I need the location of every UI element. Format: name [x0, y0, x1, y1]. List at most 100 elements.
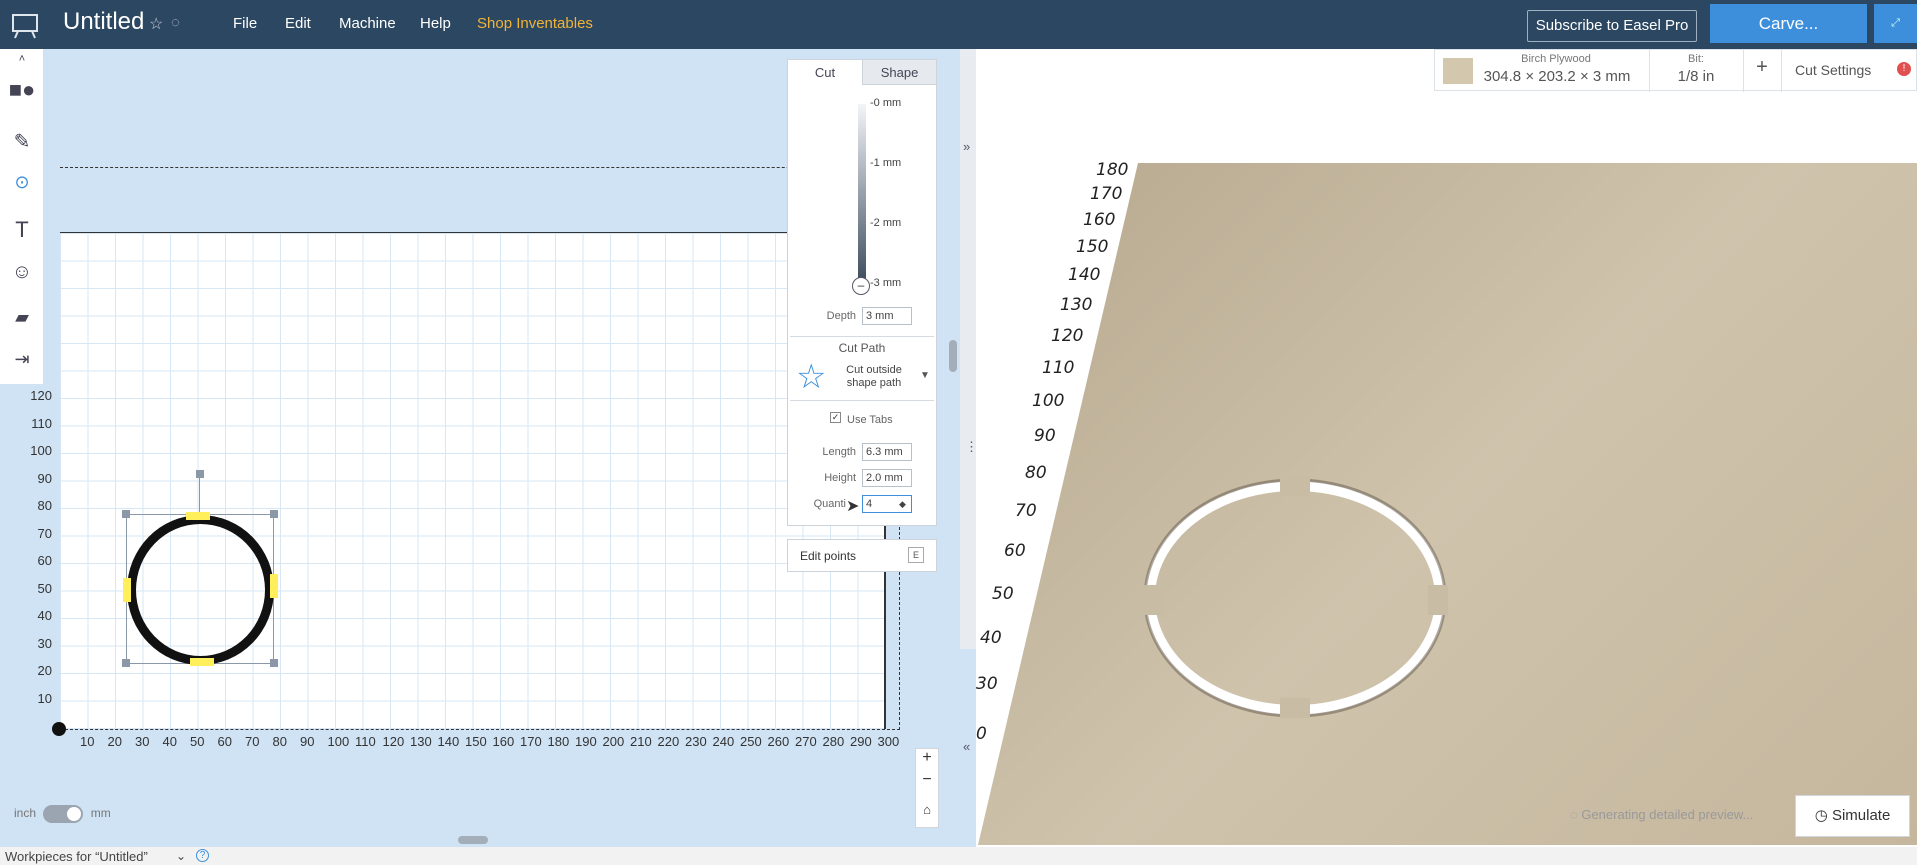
add-bit-icon[interactable]: + — [1745, 56, 1779, 79]
x-tick: 120 — [382, 734, 405, 749]
x-tick: 170 — [520, 734, 542, 749]
menu-edit[interactable]: Edit — [285, 15, 311, 32]
home-icon[interactable]: ⌂ — [916, 802, 938, 817]
quantity-label: Quanti — [813, 498, 846, 510]
target-icon[interactable]: ⊙ — [0, 172, 44, 193]
bit-value[interactable]: 1/8 in — [1651, 68, 1741, 85]
cut-settings-button[interactable]: Cut Settings — [1795, 62, 1871, 78]
height-input[interactable]: 2.0 mm — [862, 469, 912, 487]
menu-machine[interactable]: Machine — [339, 15, 396, 32]
resize-handle[interactable] — [122, 659, 130, 667]
pen-icon[interactable]: ✎ — [0, 129, 44, 154]
expand-icon[interactable]: ⤢ — [1874, 4, 1917, 43]
x-tick: 100 — [327, 734, 350, 749]
divider — [1743, 50, 1744, 92]
import-icon[interactable]: ⇥ — [0, 349, 44, 370]
horizontal-scrollbar[interactable] — [458, 836, 488, 844]
mouse-cursor-icon: ➤ — [846, 498, 860, 515]
depth-label: Depth — [826, 310, 856, 322]
depth-slider-knob[interactable]: – — [852, 277, 870, 295]
rotate-handle[interactable] — [196, 470, 204, 478]
chevron-down-icon[interactable]: ⌄ — [176, 849, 186, 863]
star-shape-icon: ☆ — [796, 358, 827, 396]
circle-shape[interactable] — [127, 515, 274, 665]
spinner-icon: ◌ — [1570, 807, 1582, 822]
divider — [1649, 50, 1650, 92]
zoom-out-icon[interactable]: − — [916, 771, 938, 789]
subscribe-button[interactable]: Subscribe to Easel Pro — [1527, 10, 1697, 42]
material-info-bar: Birch Plywood 304.8 × 203.2 × 3 mm Bit: … — [1434, 49, 1917, 92]
x-tick: 210 — [630, 734, 652, 749]
x-tick: 40 — [162, 734, 177, 749]
unit-inch-label: inch — [14, 806, 37, 821]
use-tabs-checkbox[interactable]: ✓ — [830, 412, 841, 423]
chevron-right-icon[interactable]: » — [963, 139, 970, 154]
x-tick: 50 — [190, 734, 205, 749]
stepper-icon[interactable]: ◆ — [899, 499, 906, 510]
material-dimensions[interactable]: 304.8 × 203.2 × 3 mm — [1477, 68, 1637, 85]
depth-input[interactable]: 3 mm — [862, 307, 912, 325]
preview-y-tick: 160 — [1083, 210, 1116, 230]
preview-y-tick: 80 — [1025, 463, 1047, 483]
resize-handle[interactable] — [270, 510, 278, 518]
tab-cut[interactable]: Cut — [788, 60, 862, 85]
x-tick: 190 — [575, 734, 597, 749]
simulate-button[interactable]: ◷ Simulate — [1795, 795, 1910, 837]
shapes-icon[interactable]: ■● — [0, 77, 44, 103]
x-tick: 60 — [217, 734, 232, 749]
depth-slider[interactable] — [858, 104, 866, 285]
length-label: Length — [822, 446, 856, 458]
preview-y-tick: 60 — [1004, 541, 1026, 561]
y-tick: 40 — [37, 608, 52, 623]
easel-logo-icon[interactable] — [10, 10, 40, 40]
menu-help[interactable]: Help — [420, 15, 451, 32]
use-tabs-label: Use Tabs — [847, 414, 893, 426]
material-swatch[interactable] — [1443, 58, 1473, 84]
unit-toggle[interactable]: inch mm — [14, 805, 111, 823]
x-tick: 200 — [602, 734, 625, 749]
unit-switch[interactable] — [43, 805, 84, 823]
help-icon[interactable]: ? — [196, 849, 209, 862]
x-tick: 180 — [547, 734, 570, 749]
resize-handle[interactable] — [122, 510, 130, 518]
y-tick: 10 — [37, 691, 52, 706]
y-tick: 90 — [37, 471, 52, 486]
generating-preview-status: ◌ Generating detailed preview... — [1570, 807, 1754, 822]
edit-points-button[interactable]: Edit points E — [787, 539, 937, 572]
tab-shape[interactable]: Shape — [862, 60, 936, 85]
material-name[interactable]: Birch Plywood — [1481, 53, 1631, 65]
x-tick: 270 — [795, 734, 817, 749]
apps-icon[interactable]: ▰ — [0, 307, 44, 328]
left-toolbar: ˄ ■● ✎ ⊙ T ☺ ▰ ⇥ — [0, 49, 44, 384]
divider — [790, 336, 934, 337]
panel-splitter[interactable]: » ⋮ « — [960, 49, 978, 754]
icons-icon[interactable]: ☺ — [0, 261, 44, 284]
chevron-left-icon[interactable]: « — [963, 739, 970, 754]
project-title[interactable]: Untitled — [63, 8, 144, 36]
menu-shop-inventables[interactable]: Shop Inventables — [477, 15, 593, 32]
star-icon[interactable]: ☆ — [149, 14, 163, 34]
length-input[interactable]: 6.3 mm — [862, 443, 912, 461]
x-tick: 160 — [492, 734, 515, 749]
resize-handle[interactable] — [270, 659, 278, 667]
carve-button[interactable]: Carve... — [1710, 4, 1867, 43]
chevron-down-icon[interactable]: ▼ — [920, 370, 930, 381]
tab-marker — [186, 512, 210, 520]
x-tick: 130 — [410, 734, 432, 749]
preview-y-tick: 180 — [1096, 160, 1129, 180]
height-label: Height — [824, 472, 856, 484]
preview-y-tick: 110 — [1042, 358, 1075, 378]
y-tick: 30 — [37, 636, 52, 651]
zoom-in-icon[interactable]: + — [916, 749, 938, 767]
preview-y-tick: 90 — [1034, 426, 1056, 446]
text-icon[interactable]: T — [0, 217, 44, 243]
cut-path-select[interactable]: Cut outside shape path — [844, 364, 904, 390]
x-tick: 20 — [107, 734, 122, 749]
workpieces-label[interactable]: Workpieces for “Untitled” — [5, 849, 148, 864]
vertical-scrollbar[interactable] — [949, 340, 957, 372]
menu-file[interactable]: File — [233, 15, 257, 32]
x-tick: 30 — [135, 734, 150, 749]
preview-y-tick: 40 — [980, 628, 1002, 648]
origin-point — [52, 722, 66, 736]
collapse-icon[interactable]: ˄ — [0, 53, 44, 65]
